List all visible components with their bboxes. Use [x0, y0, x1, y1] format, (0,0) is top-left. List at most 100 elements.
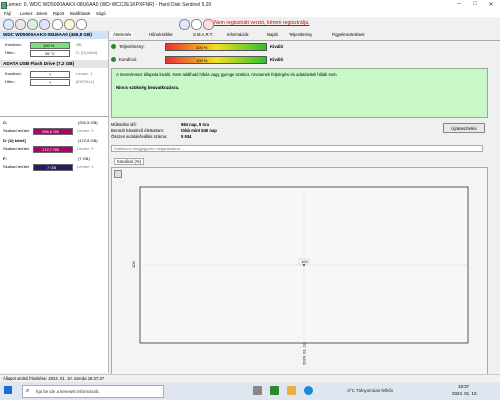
drive-list-panel: WDC WD5000AAKX-08U6AA0 (465,8 GB) Kondíc…	[0, 31, 109, 373]
help-icon-2[interactable]	[191, 19, 202, 30]
data-label: 100	[301, 259, 308, 264]
mail-icon[interactable]	[64, 19, 75, 30]
refresh-icon[interactable]	[3, 19, 14, 30]
drive-item[interactable]: ADATA USB Flash Drive (7,2 GB) Kondíció:…	[0, 60, 108, 88]
gear-icon[interactable]	[27, 19, 38, 30]
tab-log[interactable]: Napló	[267, 32, 278, 37]
clock-date[interactable]: 2024. 01. 10.	[452, 391, 478, 396]
x-tick-label: 2024. 01. 10.	[302, 342, 307, 365]
menu-disk[interactable]: Lemez	[20, 11, 33, 16]
folder-icon[interactable]	[287, 386, 296, 395]
help-icon[interactable]	[76, 19, 87, 30]
drive-name: ADATA USB Flash Drive	[3, 61, 56, 66]
tab-smart[interactable]: S.M.A.R.T.	[193, 32, 213, 37]
starts-value: 5 934	[181, 134, 192, 139]
status-message: A merevlemez állapota kiváló. Nem találh…	[116, 72, 338, 77]
clock-time[interactable]: 18:37	[458, 384, 469, 389]
temp-value: ?	[49, 80, 52, 85]
minimize-button[interactable]: –	[453, 1, 465, 9]
volume-letter: D: [Új kötet]	[3, 138, 26, 143]
status-text: Állapot utolsó frissítése: 2024. 01. 10.…	[3, 376, 105, 381]
menu-settings[interactable]: Beállítások	[70, 11, 90, 16]
free-bar: 296,6 GB	[33, 128, 73, 135]
volume-disk: Lemez: 0	[77, 146, 94, 151]
temp-label: Hőm.:	[5, 79, 16, 84]
lifetime-value: több mint 840 nap	[181, 128, 217, 133]
check-icon	[111, 44, 116, 49]
volume-label: D: [Új kötet]	[76, 50, 97, 55]
app-icon[interactable]	[270, 386, 279, 395]
free-bar: 172,7 GB	[33, 146, 73, 153]
menu-file[interactable]: Fájl	[4, 11, 11, 16]
uptime-value: 984 nap, 9 óra	[181, 122, 209, 127]
free-bar: 7 GB	[33, 164, 73, 171]
health-value: ?	[49, 72, 52, 77]
volume-size: (7 GB)	[78, 156, 90, 161]
status-message-box: A merevlemez állapota kiváló. Nem találh…	[111, 68, 488, 118]
performance-label: Teljesítmény:	[119, 44, 145, 49]
free-label: Szabad terület	[3, 146, 29, 151]
lifetime-label: Becsült hátralévő élettartam:	[111, 128, 165, 133]
health-status: OK	[76, 42, 82, 47]
health-status: Lemez: 1	[76, 71, 93, 76]
search-box[interactable]: ⌕ Írja be ide a keresett információt.	[22, 385, 164, 398]
volume-size: (172,8 GB)	[78, 138, 98, 143]
menu-bar: Fájl Lemez Jelent Riport Beállítások Súg…	[0, 10, 500, 17]
drive-name: WDC WD5000AAKX-08U6AA0	[3, 32, 68, 37]
windows-icon[interactable]	[4, 386, 12, 394]
health-label: Kondíció:	[119, 57, 138, 62]
tab-overview[interactable]: Áttekintés	[111, 32, 134, 37]
browser-icon[interactable]	[304, 386, 313, 395]
performance-value: 100 %	[196, 44, 208, 50]
menu-report[interactable]: Jelent	[36, 11, 47, 16]
chart-tab[interactable]: Kondíció (%)	[114, 158, 144, 165]
performance-bar: 100 %	[165, 43, 267, 51]
y-tick-label: 100	[131, 261, 136, 268]
volume-item[interactable]: C: (292,5 GB) Szabad terület 296,6 GB Le…	[0, 119, 108, 137]
tab-alerts[interactable]: Figyelmeztetések	[332, 32, 365, 37]
health-bar: 100 %	[165, 56, 267, 64]
monitor-icon[interactable]	[39, 19, 50, 30]
volume-label: [INSTALL]	[76, 79, 95, 84]
volume-disk: Lemez: 1	[77, 164, 94, 169]
free-value: 172,7 GB	[42, 147, 59, 152]
health-value: 100 %	[43, 43, 55, 48]
register-icon[interactable]	[203, 19, 214, 30]
window-title: Lemez: 0, WDC WD5000AAKX-08U6AA0 (WD-WCC…	[6, 2, 212, 8]
maximize-button[interactable]: □	[469, 1, 481, 9]
health-bar: ?	[30, 71, 70, 78]
drive-item[interactable]: WDC WD5000AAKX-08U6AA0 (465,8 GB) Kondíc…	[0, 31, 108, 59]
tab-performance[interactable]: Teljesítmény	[289, 32, 312, 37]
health-text: Kiváló	[270, 57, 284, 62]
volume-item[interactable]: D: [Új kötet] (172,8 GB) Szabad terület …	[0, 137, 108, 155]
free-label: Szabad terület	[3, 128, 29, 133]
registration-link[interactable]: Nem regisztrált verzió, kérem regisztrál…	[214, 20, 309, 26]
temp-bar: ?	[30, 79, 70, 86]
health-bar: 100 %	[30, 42, 70, 49]
volume-size: (292,5 GB)	[78, 120, 98, 125]
menu-riport[interactable]: Riport	[53, 11, 64, 16]
health-value: 100 %	[196, 57, 208, 63]
drive-size: (465,8 GB)	[69, 32, 92, 37]
starts-label: Összes indulás/leállás száma:	[111, 134, 168, 139]
close-button[interactable]: ✕	[485, 1, 497, 9]
tab-information[interactable]: Információk	[227, 32, 249, 37]
comment-input[interactable]	[111, 145, 483, 152]
menu-help[interactable]: Súgó	[96, 11, 106, 16]
task-view-icon[interactable]	[253, 386, 262, 395]
volume-item[interactable]: F: (7 GB) Szabad terület 7 GB Lemez: 1	[0, 155, 108, 173]
temp-bar: 26 °C	[30, 50, 70, 57]
free-value: 296,6 GB	[42, 129, 59, 134]
free-value: 7 GB	[47, 165, 57, 170]
health-label: Kondíció:	[5, 71, 22, 76]
action-text: Nincs szükség beavatkozásra.	[116, 85, 180, 90]
uptime-label: Működési idő:	[111, 122, 137, 127]
divider	[0, 116, 108, 117]
tab-temperature[interactable]: Hőmérséklet	[149, 32, 173, 37]
info-icon[interactable]	[179, 19, 190, 30]
temp-label: Hőm.:	[5, 50, 16, 55]
retest-button[interactable]: Újratesztelés	[443, 123, 485, 133]
weather-text[interactable]: -2°C Túlnyomóan felhős	[346, 388, 393, 393]
report-icon[interactable]	[52, 19, 63, 30]
disk-icon[interactable]	[15, 19, 26, 30]
